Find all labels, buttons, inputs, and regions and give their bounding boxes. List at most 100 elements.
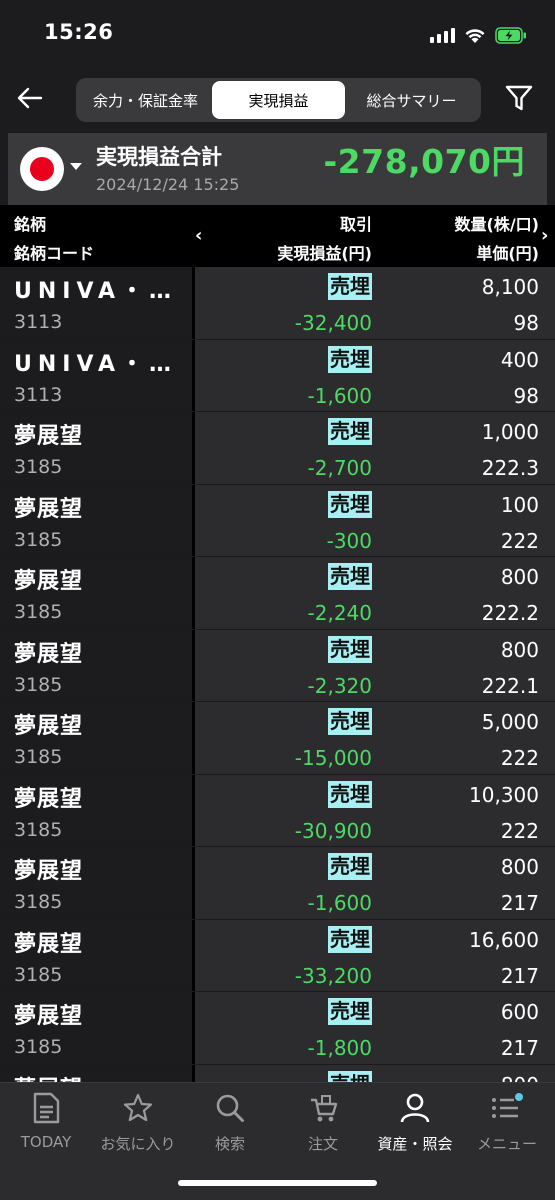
back-button[interactable] <box>12 80 48 116</box>
col-trade: 取引 <box>339 215 372 234</box>
table-row[interactable]: 夢展望 3185 売埋 -1,600 800 217 <box>0 847 555 920</box>
nav-order[interactable]: 注文 <box>277 1091 369 1155</box>
nav-favorites[interactable]: お気に入り <box>92 1091 184 1155</box>
realized-pnl: -2,240 <box>307 601 372 625</box>
trade-badge: 売埋 <box>328 635 372 663</box>
stock-name: 夢展望 <box>14 641 84 667</box>
home-indicator[interactable] <box>178 1180 377 1186</box>
nav-assets[interactable]: 資産・照会 <box>369 1091 461 1155</box>
realized-pnl: -1,800 <box>307 1036 372 1060</box>
trade-badge: 売埋 <box>328 273 372 300</box>
table-row[interactable]: 夢展望 3185 売埋 -300 100 222 <box>0 484 555 557</box>
trade-badge: 売埋 <box>328 780 372 808</box>
status-time: 15:26 <box>44 20 114 44</box>
summary-date: 2024/12/24 15:25 <box>96 175 240 194</box>
table-row[interactable]: UNIVA・… 3113 売埋 -1,600 400 98 <box>0 339 555 412</box>
stock-code: 3185 <box>14 528 63 551</box>
unit-price: 98 <box>513 311 539 335</box>
table-row[interactable]: UNIVA・… 3113 売埋 -32,400 8,100 98 <box>0 267 555 340</box>
realized-pnl: -2,700 <box>307 456 372 480</box>
quantity: 5,000 <box>481 710 539 734</box>
col-code: 銘柄コード <box>14 244 95 263</box>
col-pnl: 実現損益(円) <box>277 244 372 263</box>
stock-name: UNIVA・… <box>14 351 178 377</box>
unit-price: 222.3 <box>481 456 539 480</box>
stock-code: 3185 <box>14 963 63 986</box>
realized-pnl: -30,900 <box>294 818 372 843</box>
filter-icon[interactable] <box>503 82 535 114</box>
star-icon <box>121 1091 155 1125</box>
realized-pnl: -32,400 <box>294 311 372 335</box>
trade-badge: 売埋 <box>328 563 372 590</box>
summary-total: -278,070円 <box>323 142 525 181</box>
unit-price: 222 <box>500 528 539 553</box>
quantity: 400 <box>500 347 539 372</box>
pnl-summary: 実現損益合計 2024/12/24 15:25 -278,070円 <box>8 133 547 205</box>
unit-price: 217 <box>500 963 539 988</box>
table-row[interactable]: 夢展望 3185 売埋 -2,240 800 222.2 <box>0 557 555 630</box>
unit-price: 222.1 <box>481 673 539 698</box>
table-row[interactable]: 夢展望 3185 売埋 -30,900 10,300 222 <box>0 774 555 847</box>
stock-code: 3113 <box>14 311 63 333</box>
table-row[interactable]: 夢展望 3185 売埋 -15,000 5,000 222 <box>0 702 555 775</box>
trade-badge: 売埋 <box>328 925 372 953</box>
nav-today[interactable]: TODAY <box>0 1091 92 1155</box>
trade-badge: 売埋 <box>328 708 372 735</box>
cart-icon <box>306 1091 340 1125</box>
realized-pnl: -1,600 <box>307 383 372 408</box>
table-header: 銘柄 銘柄コード ‹ 取引 実現損益(円) 数量(株/口) 単価(円) › <box>0 205 555 267</box>
realized-pnl: -1,600 <box>307 891 372 915</box>
stock-code: 3185 <box>14 673 63 696</box>
unit-price: 222 <box>500 746 539 770</box>
pnl-table: UNIVA・… 3113 売埋 -32,400 8,100 98 UNIVA・…… <box>0 267 555 1082</box>
nav-menu[interactable]: メニュー <box>461 1091 553 1155</box>
quantity: 1,000 <box>481 420 539 444</box>
stock-name: 夢展望 <box>14 931 84 957</box>
quantity: 800 <box>500 637 539 662</box>
trade-badge: 売埋 <box>328 998 372 1025</box>
stock-code: 3185 <box>14 746 63 768</box>
chevron-down-icon[interactable] <box>70 163 82 170</box>
trade-badge: 売埋 <box>328 345 372 373</box>
tab-margin[interactable]: 余力・保証金率 <box>79 81 212 119</box>
quantity: 16,600 <box>469 927 539 952</box>
stock-name: 夢展望 <box>14 714 84 739</box>
table-row[interactable]: 夢展望 3185 売埋 -2,700 1,000 222.3 <box>0 412 555 485</box>
tab-summary[interactable]: 総合サマリー <box>345 81 478 119</box>
quantity: 10,300 <box>469 782 539 807</box>
table-row[interactable]: 夢展望 売埋 800 <box>0 1064 555 1083</box>
stock-name: 夢展望 <box>14 859 84 884</box>
unit-price: 222.2 <box>481 601 539 625</box>
status-bar: 15:26 <box>0 0 555 70</box>
menu-icon <box>490 1091 524 1125</box>
unit-price: 217 <box>500 891 539 915</box>
tab-realized-pnl[interactable]: 実現損益 <box>212 81 345 119</box>
trade-badge: 売埋 <box>328 1070 372 1082</box>
japan-flag-icon[interactable] <box>20 147 64 191</box>
stock-code: 3113 <box>14 383 63 406</box>
quantity: 100 <box>500 492 539 517</box>
chevron-right-icon[interactable]: › <box>541 225 548 246</box>
status-icons <box>430 24 527 46</box>
stock-name: 夢展望 <box>14 569 84 594</box>
table-row[interactable]: 夢展望 3185 売埋 -33,200 16,600 217 <box>0 919 555 992</box>
table-row[interactable]: 夢展望 3185 売埋 -1,800 600 217 <box>0 992 555 1065</box>
stock-name: 夢展望 <box>14 1004 84 1029</box>
quantity: 800 <box>501 1073 539 1083</box>
unit-price: 98 <box>513 383 539 408</box>
trade-badge: 売埋 <box>328 853 372 880</box>
quantity: 800 <box>500 855 539 879</box>
stock-code: 3185 <box>14 891 63 913</box>
quantity: 600 <box>500 1000 539 1024</box>
col-name: 銘柄 <box>14 215 47 234</box>
document-icon <box>29 1091 63 1125</box>
summary-title: 実現損益合計 <box>96 145 222 169</box>
stock-name: 夢展望 <box>14 496 84 522</box>
chevron-left-icon[interactable]: ‹ <box>195 225 202 246</box>
stock-code: 3185 <box>14 456 63 478</box>
segmented-control: 余力・保証金率 実現損益 総合サマリー <box>76 78 481 122</box>
stock-code: 3185 <box>14 1036 63 1058</box>
realized-pnl: -2,320 <box>307 673 372 698</box>
nav-search[interactable]: 検索 <box>184 1091 276 1155</box>
table-row[interactable]: 夢展望 3185 売埋 -2,320 800 222.1 <box>0 629 555 702</box>
